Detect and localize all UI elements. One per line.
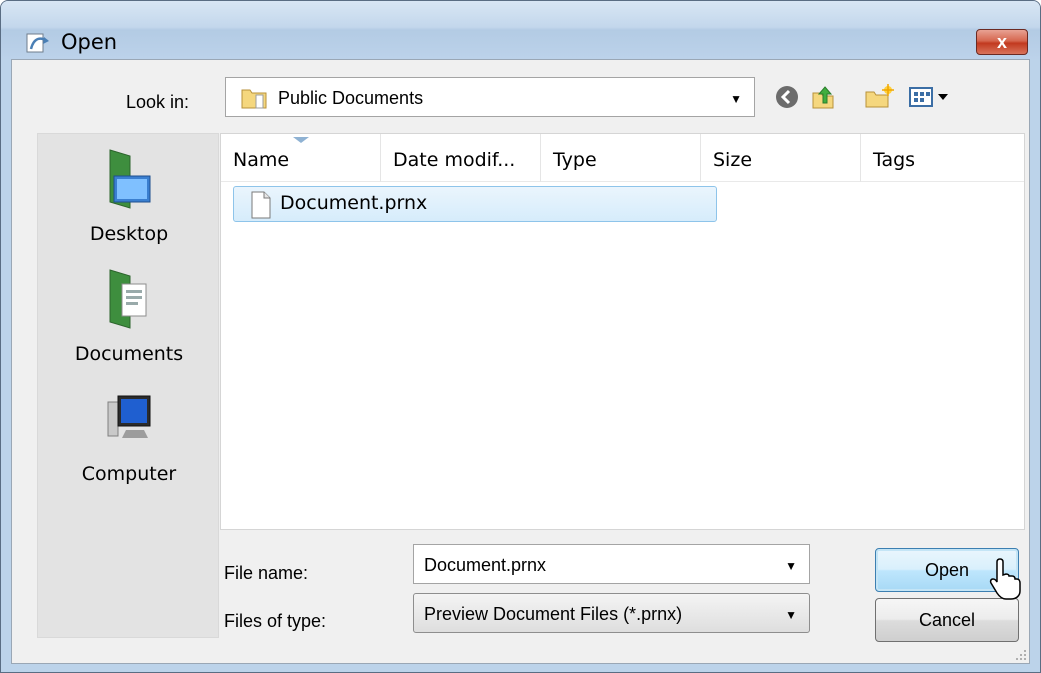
places-bar: Desktop Documents Computer xyxy=(37,133,219,638)
desktop-icon xyxy=(109,149,151,209)
file-type-label: Files of type: xyxy=(224,611,327,631)
title-bar[interactable]: Open x xyxy=(1,1,1040,59)
resize-grip-icon[interactable] xyxy=(1013,647,1027,661)
open-button-label: Open xyxy=(924,560,970,580)
folder-icon xyxy=(241,89,267,109)
views-menu-icon[interactable] xyxy=(908,82,952,112)
chevron-down-icon: ▼ xyxy=(785,608,797,622)
file-name-value: Document.prnx xyxy=(424,555,547,575)
computer-icon xyxy=(107,395,151,438)
cancel-button[interactable]: Cancel xyxy=(875,598,1019,642)
window-title: Open xyxy=(61,30,118,54)
look-in-label: Look in: xyxy=(126,92,190,112)
file-type-value: Preview Document Files (*.prnx) xyxy=(424,604,683,624)
column-header-row: Name Date modif... Type Size Tags xyxy=(221,134,1024,182)
document-icon xyxy=(251,191,271,219)
file-name-field[interactable]: Document.prnx ▼ xyxy=(413,544,810,584)
place-documents[interactable]: Documents xyxy=(38,266,220,365)
open-dialog-icon xyxy=(26,33,49,53)
new-folder-icon[interactable] xyxy=(864,82,894,112)
column-label: Date modif... xyxy=(393,149,516,171)
look-in-value: Public Documents xyxy=(278,88,424,108)
file-list[interactable]: Name Date modif... Type Size Tags Docume… xyxy=(220,133,1025,530)
place-desktop[interactable]: Desktop xyxy=(38,146,220,245)
column-label: Name xyxy=(233,149,290,171)
column-label: Type xyxy=(553,149,597,171)
column-label: Size xyxy=(713,149,753,171)
close-button[interactable]: x xyxy=(976,29,1028,55)
file-type-dropdown[interactable]: Preview Document Files (*.prnx) ▼ xyxy=(413,593,810,633)
column-header-name[interactable]: Name xyxy=(221,134,381,182)
back-icon[interactable] xyxy=(772,82,802,112)
dialog-body: Look in: Public Documents ▼ Desktop Docu… xyxy=(11,59,1030,664)
open-dialog: Open x Look in: Public Documents ▼ Deskt… xyxy=(0,0,1041,673)
place-computer[interactable]: Computer xyxy=(38,386,220,485)
close-icon: x xyxy=(996,32,1007,52)
file-name-label: File name: xyxy=(224,563,309,583)
column-label: Tags xyxy=(873,149,916,171)
chevron-down-icon: ▼ xyxy=(785,559,797,573)
column-header-tags[interactable]: Tags xyxy=(861,134,1024,182)
file-item[interactable]: Document.prnx xyxy=(233,186,717,222)
file-name: Document.prnx xyxy=(280,192,428,214)
place-label-desktop: Desktop xyxy=(89,223,169,245)
column-header-type[interactable]: Type xyxy=(541,134,701,182)
mouse-cursor-icon xyxy=(989,558,1021,600)
sort-arrow-icon xyxy=(293,137,309,143)
up-folder-icon[interactable] xyxy=(808,82,838,112)
column-header-size[interactable]: Size xyxy=(701,134,861,182)
column-header-date[interactable]: Date modif... xyxy=(381,134,541,182)
look-in-dropdown[interactable]: Public Documents ▼ xyxy=(225,77,755,117)
documents-icon xyxy=(109,269,147,329)
place-label-documents: Documents xyxy=(74,343,184,365)
chevron-down-icon: ▼ xyxy=(730,92,742,106)
cancel-button-label: Cancel xyxy=(918,610,976,630)
place-label-computer: Computer xyxy=(81,463,177,485)
